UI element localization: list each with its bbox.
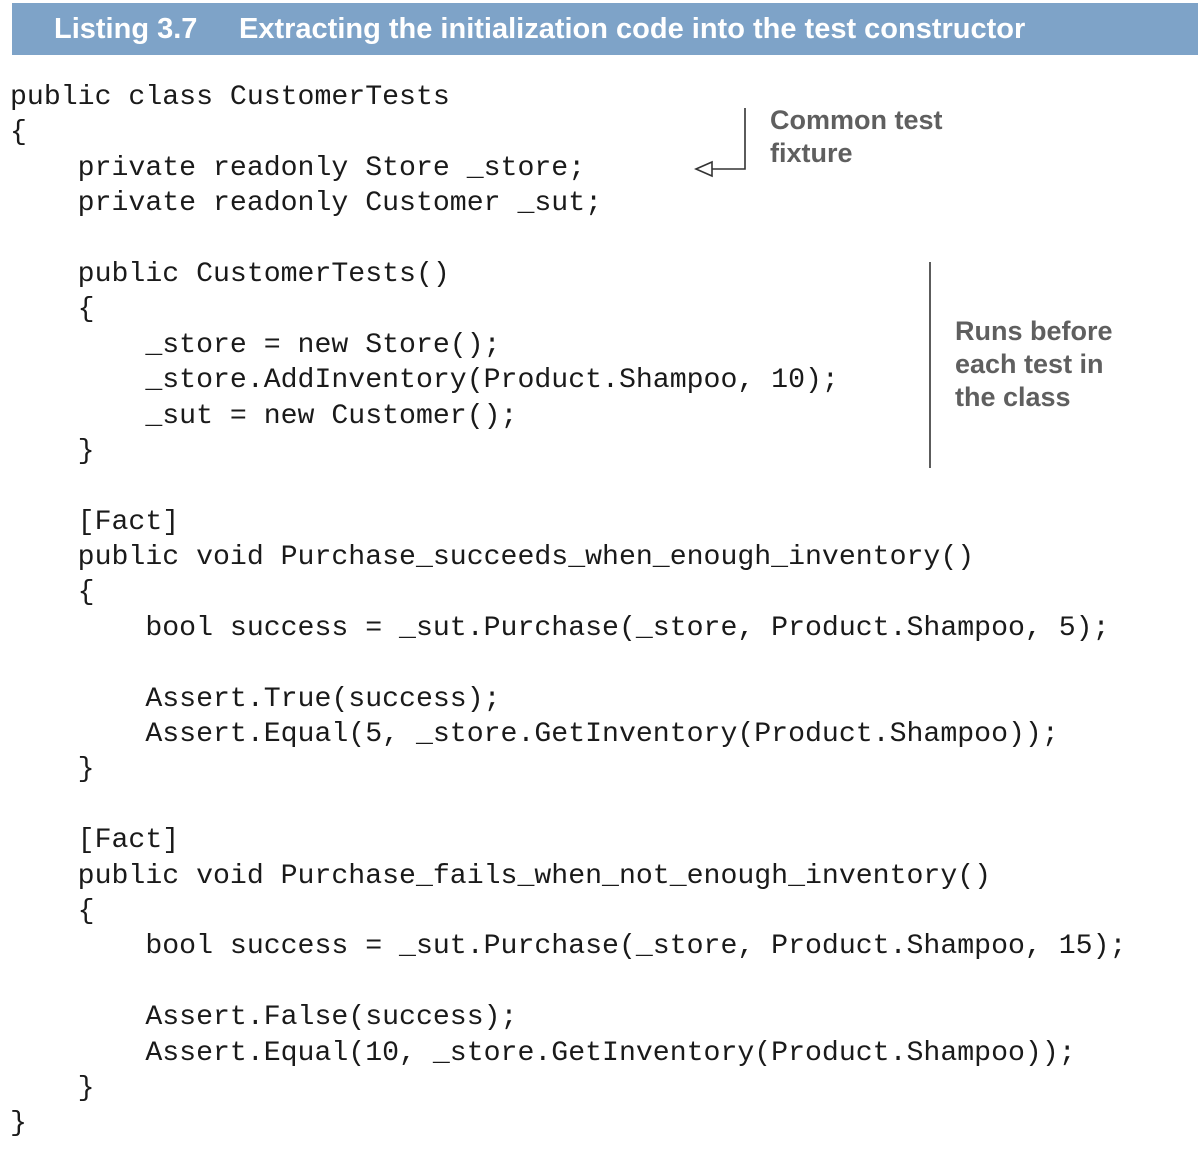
code-line: [Fact] xyxy=(10,825,180,857)
code-line: bool success = _sut.Purchase(_store, Pro… xyxy=(10,931,1127,963)
code-line: { xyxy=(10,895,95,927)
code-line: private readonly Customer _sut; xyxy=(10,188,603,220)
code-line: Assert.Equal(10, _store.GetInventory(Pro… xyxy=(10,1037,1076,1069)
code-block: public class CustomerTests { private read… xyxy=(10,80,1126,1142)
listing-number: Listing 3.7 xyxy=(54,13,198,45)
listing-title: Extracting the initialization code into … xyxy=(239,13,1026,45)
code-line: } xyxy=(10,435,95,467)
code-line: bool success = _sut.Purchase(_store, Pro… xyxy=(10,612,1110,644)
code-line: public void Purchase_fails_when_not_enou… xyxy=(10,860,992,892)
code-line: Assert.Equal(5, _store.GetInventory(Prod… xyxy=(10,719,1059,751)
code-line: { xyxy=(10,117,27,149)
listing-header: Listing 3.7 Extracting the initialization… xyxy=(12,3,1198,55)
code-line: { xyxy=(10,577,95,609)
code-line: public class CustomerTests xyxy=(10,82,450,113)
code-line: Assert.True(success); xyxy=(10,683,501,715)
code-line: public void Purchase_succeeds_when_enoug… xyxy=(10,542,975,574)
code-line: public CustomerTests() xyxy=(10,258,450,290)
code-line: } xyxy=(10,1072,95,1104)
code-line: private readonly Store _store; xyxy=(10,152,586,184)
code-line: } xyxy=(10,1108,27,1140)
code-line: Assert.False(success); xyxy=(10,1002,518,1034)
code-line: } xyxy=(10,754,95,786)
code-line: [Fact] xyxy=(10,506,180,538)
constructor-annotation: Runs before each test in the class xyxy=(955,316,1113,412)
fixture-annotation: Common test fixture xyxy=(770,105,943,168)
